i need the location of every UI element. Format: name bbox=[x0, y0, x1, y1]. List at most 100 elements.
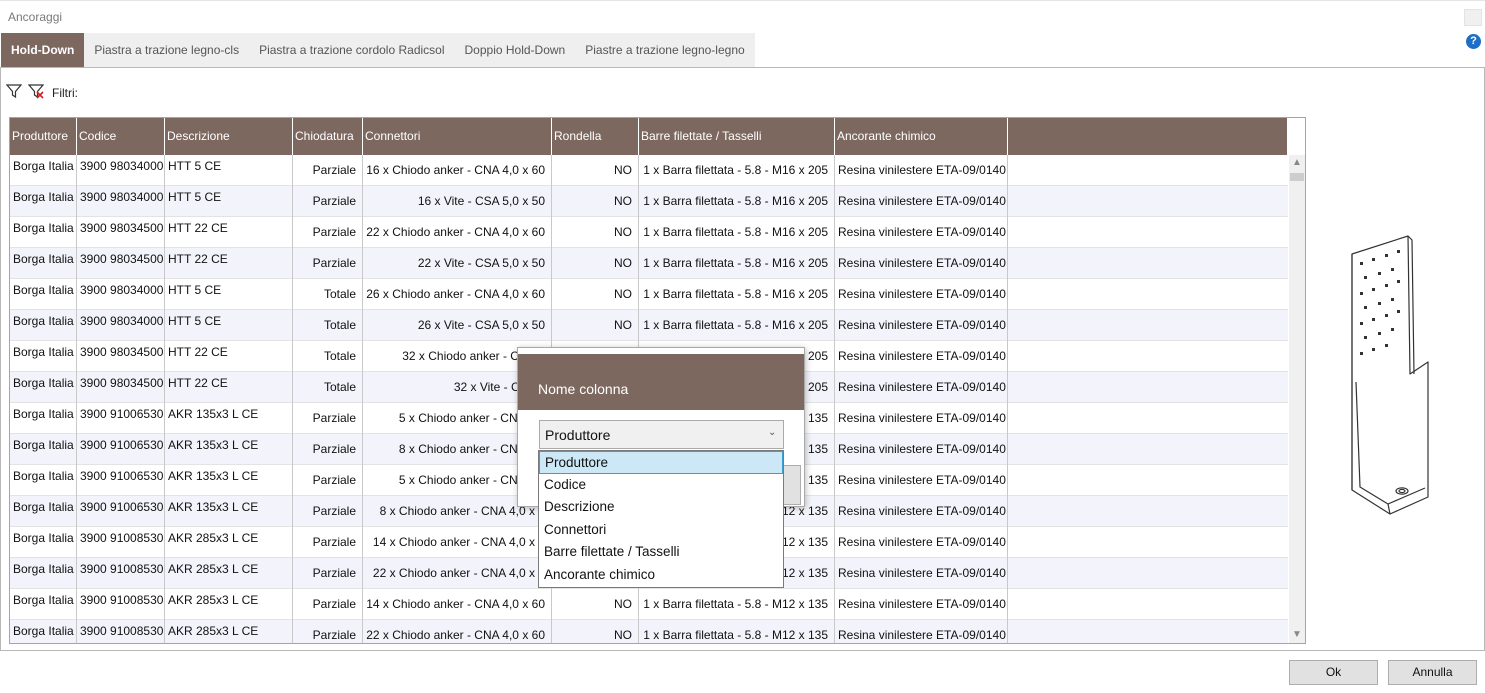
cell-produttore: Borga Italia bbox=[10, 589, 77, 620]
scroll-down-icon[interactable]: ▼ bbox=[1289, 627, 1305, 643]
cell-chiodatura: Parziale bbox=[293, 217, 363, 248]
dropdown-option[interactable]: Ancorante chimico bbox=[539, 564, 783, 587]
cell-ancorante: Resina vinilestere ETA-09/0140 bbox=[835, 465, 1008, 496]
cell-extra bbox=[1008, 465, 1288, 496]
cell-chiodatura: Parziale bbox=[293, 403, 363, 434]
table-row[interactable]: Borga Italia 3900 98034500 HTT 22 CE Parzia… bbox=[10, 217, 1288, 248]
cell-ancorante: Resina vinilestere ETA-09/0140 bbox=[835, 248, 1008, 279]
vertical-scrollbar[interactable]: ▲ ▼ bbox=[1289, 155, 1305, 643]
cell-extra bbox=[1008, 279, 1288, 310]
cell-ancorante: Resina vinilestere ETA-09/0140 bbox=[835, 620, 1008, 643]
dropdown-option[interactable]: Codice bbox=[539, 474, 783, 497]
cell-descrizione: HTT 5 CE bbox=[165, 155, 293, 186]
cell-produttore: Borga Italia bbox=[10, 217, 77, 248]
cell-ancorante: Resina vinilestere ETA-09/0140 bbox=[835, 279, 1008, 310]
column-header-chiodatura[interactable]: Chiodatura bbox=[293, 118, 363, 155]
column-header-descrizione[interactable]: Descrizione bbox=[165, 118, 293, 155]
column-select[interactable]: Produttore ⌄ bbox=[539, 420, 784, 449]
tab-piastra-legno-cls[interactable]: Piastra a trazione legno-cls bbox=[84, 33, 250, 67]
cell-codice: 3900 98034500 bbox=[77, 372, 165, 403]
column-header-extra[interactable] bbox=[1008, 118, 1288, 155]
cell-descrizione: AKR 285x3 L CE bbox=[165, 620, 293, 643]
column-header-connettori[interactable]: Connettori bbox=[363, 118, 552, 155]
cell-ancorante: Resina vinilestere ETA-09/0140 bbox=[835, 496, 1008, 527]
cell-connettori: 26 x Chiodo anker - CNA 4,0 x 60 bbox=[363, 279, 552, 310]
cell-chiodatura: Parziale bbox=[293, 527, 363, 558]
table-row[interactable]: Borga Italia 3900 98034500 HTT 22 CE Parzia… bbox=[10, 248, 1288, 279]
cell-codice: 3900 91006530 bbox=[77, 496, 165, 527]
cell-barre: 1 x Barra filettata - 5.8 - M16 x 205 bbox=[639, 279, 835, 310]
cell-barre: 1 x Barra filettata - 5.8 - M16 x 205 bbox=[639, 155, 835, 186]
cell-rondella: NO bbox=[552, 589, 639, 620]
tab-piastra-radicsol[interactable]: Piastra a trazione cordolo Radicsol bbox=[249, 33, 455, 67]
cell-codice: 3900 98034000 bbox=[77, 186, 165, 217]
cell-ancorante: Resina vinilestere ETA-09/0140 bbox=[835, 372, 1008, 403]
cell-produttore: Borga Italia bbox=[10, 372, 77, 403]
cell-ancorante: Resina vinilestere ETA-09/0140 bbox=[835, 558, 1008, 589]
ok-button[interactable]: Ok bbox=[1289, 660, 1378, 685]
cell-extra bbox=[1008, 527, 1288, 558]
cell-produttore: Borga Italia bbox=[10, 403, 77, 434]
cell-codice: 3900 98034500 bbox=[77, 248, 165, 279]
cell-ancorante: Resina vinilestere ETA-09/0140 bbox=[835, 341, 1008, 372]
column-header-rondella[interactable]: Rondella bbox=[552, 118, 639, 155]
table-row[interactable]: Borga Italia 3900 91008530 AKR 285x3 L CE P… bbox=[10, 589, 1288, 620]
cell-descrizione: AKR 285x3 L CE bbox=[165, 527, 293, 558]
tab-bar: Hold-Down Piastra a trazione legno-cls P… bbox=[1, 33, 755, 69]
filter-icon[interactable] bbox=[6, 83, 22, 99]
table-row[interactable]: Borga Italia 3900 98034000 HTT 5 CE Totale 2… bbox=[10, 279, 1288, 310]
dropdown-option[interactable]: Descrizione bbox=[539, 496, 783, 519]
cell-extra bbox=[1008, 341, 1288, 372]
cell-produttore: Borga Italia bbox=[10, 527, 77, 558]
cell-codice: 3900 91008530 bbox=[77, 620, 165, 643]
cell-extra bbox=[1008, 558, 1288, 589]
clear-filter-icon[interactable] bbox=[28, 83, 44, 99]
cell-descrizione: HTT 22 CE bbox=[165, 341, 293, 372]
cell-produttore: Borga Italia bbox=[10, 496, 77, 527]
tab-doppio-hold-down[interactable]: Doppio Hold-Down bbox=[454, 33, 576, 67]
cell-descrizione: HTT 22 CE bbox=[165, 217, 293, 248]
tab-piastre-legno-legno[interactable]: Piastre a trazione legno-legno bbox=[575, 33, 755, 67]
cell-ancorante: Resina vinilestere ETA-09/0140 bbox=[835, 403, 1008, 434]
tab-hold-down[interactable]: Hold-Down bbox=[1, 33, 85, 67]
table-row[interactable]: Borga Italia 3900 98034000 HTT 5 CE Parzial… bbox=[10, 186, 1288, 217]
window-close-button[interactable] bbox=[1464, 9, 1482, 26]
cell-connettori: 14 x Chiodo anker - CNA 4,0 x 60 bbox=[363, 589, 552, 620]
cell-descrizione: HTT 22 CE bbox=[165, 372, 293, 403]
cell-ancorante: Resina vinilestere ETA-09/0140 bbox=[835, 527, 1008, 558]
cell-chiodatura: Totale bbox=[293, 310, 363, 341]
cell-extra bbox=[1008, 310, 1288, 341]
cell-descrizione: HTT 22 CE bbox=[165, 248, 293, 279]
scroll-up-icon[interactable]: ▲ bbox=[1289, 155, 1305, 171]
table-row[interactable]: Borga Italia 3900 98034000 HTT 5 CE Totale 2… bbox=[10, 310, 1288, 341]
cell-connettori: 22 x Chiodo anker - CNA 4,0 x 60 bbox=[363, 217, 552, 248]
cell-extra bbox=[1008, 589, 1288, 620]
cell-rondella: NO bbox=[552, 620, 639, 643]
cell-descrizione: AKR 135x3 L CE bbox=[165, 434, 293, 465]
column-header-barre[interactable]: Barre filettate / Tasselli bbox=[639, 118, 835, 155]
scroll-thumb[interactable] bbox=[1290, 173, 1304, 181]
cell-chiodatura: Parziale bbox=[293, 465, 363, 496]
cell-extra bbox=[1008, 372, 1288, 403]
cell-chiodatura: Parziale bbox=[293, 186, 363, 217]
column-header-ancorante[interactable]: Ancorante chimico bbox=[835, 118, 1008, 155]
cell-ancorante: Resina vinilestere ETA-09/0140 bbox=[835, 186, 1008, 217]
dialog-confirm-button[interactable] bbox=[781, 465, 801, 505]
cancel-button[interactable]: Annulla bbox=[1388, 660, 1477, 685]
help-icon[interactable]: ? bbox=[1466, 34, 1481, 49]
dropdown-option[interactable]: Produttore bbox=[539, 451, 783, 474]
column-select-dropdown: Produttore Codice Descrizione Connettori Bar… bbox=[538, 450, 784, 588]
cell-produttore: Borga Italia bbox=[10, 279, 77, 310]
dropdown-option[interactable]: Connettori bbox=[539, 519, 783, 542]
dropdown-option[interactable]: Barre filettate / Tasselli bbox=[539, 541, 783, 564]
cell-produttore: Borga Italia bbox=[10, 310, 77, 341]
cell-produttore: Borga Italia bbox=[10, 620, 77, 643]
cell-codice: 3900 98034500 bbox=[77, 217, 165, 248]
cell-descrizione: AKR 285x3 L CE bbox=[165, 589, 293, 620]
cell-chiodatura: Parziale bbox=[293, 434, 363, 465]
column-header-produttore[interactable]: Produttore bbox=[10, 118, 77, 155]
table-row[interactable]: Borga Italia 3900 98034000 HTT 5 CE Parzial… bbox=[10, 155, 1288, 186]
column-header-codice[interactable]: Codice bbox=[77, 118, 165, 155]
table-row[interactable]: Borga Italia 3900 91008530 AKR 285x3 L CE P… bbox=[10, 620, 1288, 643]
hold-down-bracket-image bbox=[1351, 235, 1429, 515]
